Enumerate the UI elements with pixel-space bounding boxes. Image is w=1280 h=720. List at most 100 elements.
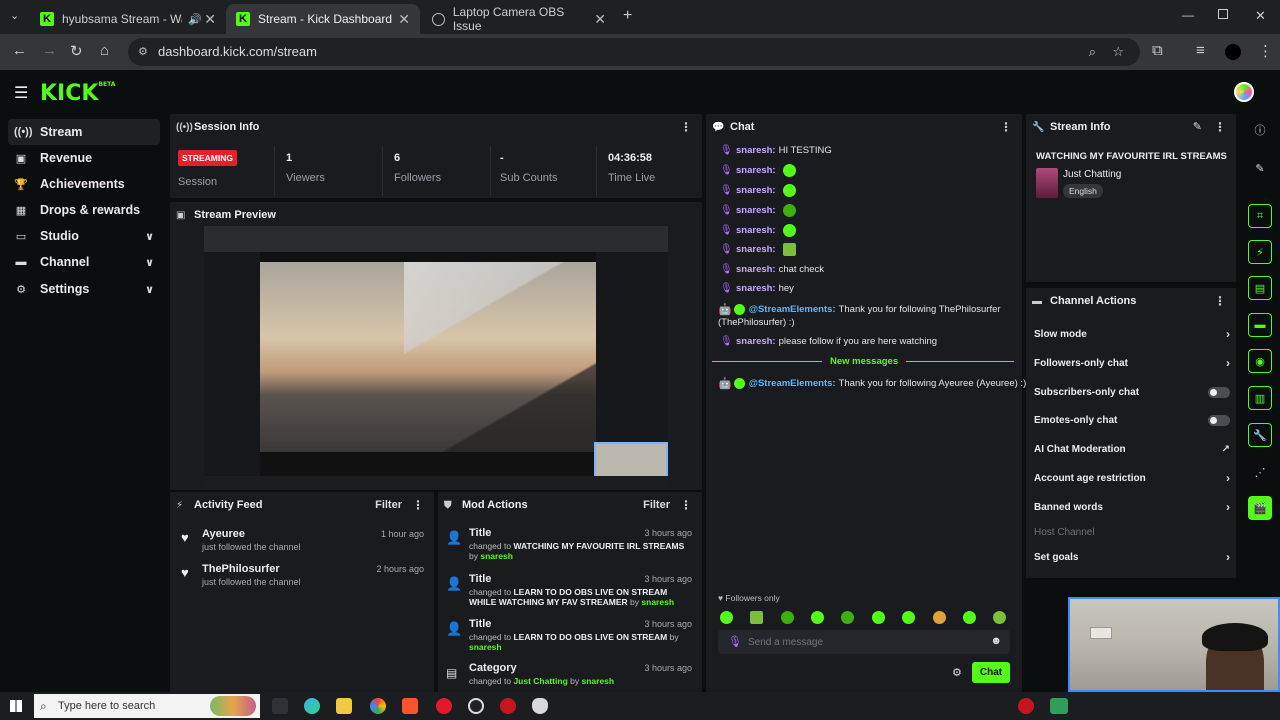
shield-app-icon[interactable]	[532, 698, 548, 714]
taskbar-search-box[interactable]: ⌕ Type here to search	[34, 694, 260, 718]
emote-icon[interactable]	[750, 611, 763, 624]
minimize-icon[interactable]: —	[1182, 8, 1194, 22]
emote-icon[interactable]	[872, 611, 885, 624]
document-icon[interactable]: ▤	[1248, 276, 1272, 300]
chat-input-box[interactable]: 🎙 ☻	[718, 630, 1010, 654]
obs-studio-icon[interactable]	[468, 698, 484, 714]
layout-icon[interactable]: ▥	[1248, 386, 1272, 410]
edit-pencil-icon[interactable]: ✎	[1248, 156, 1272, 180]
share-icon[interactable]: ⋰	[1248, 460, 1272, 484]
hamburger-menu-icon[interactable]: ☰	[14, 83, 28, 103]
sidebar-item-achievements[interactable]: 🏆 Achievements	[8, 171, 160, 197]
tab-list-chevron-icon[interactable]: ⌄	[10, 9, 19, 22]
sidebar-item-channel[interactable]: ▬ Channel ∨	[8, 249, 160, 275]
wrench-icon[interactable]: 🔧	[1248, 423, 1272, 447]
chat-message[interactable]: 🎙 snaresh:	[720, 224, 796, 237]
account-age-restriction-item[interactable]: Account age restriction ›	[1034, 468, 1230, 488]
reload-icon[interactable]: ↻	[70, 42, 83, 60]
emote-icon[interactable]	[811, 611, 824, 624]
more-options-icon[interactable]: ⋮	[1000, 120, 1012, 134]
task-view-icon[interactable]	[272, 698, 288, 714]
chat-username[interactable]: snaresh:	[736, 165, 776, 176]
tab-kick-dashboard[interactable]: K Stream - Kick Dashboard ✕	[226, 4, 420, 34]
tray-app-icon[interactable]	[1018, 698, 1034, 714]
emoji-picker-icon[interactable]: ☻	[990, 635, 1002, 647]
profile-avatar[interactable]	[1225, 44, 1241, 60]
set-goals-item[interactable]: Set goals ›	[1034, 547, 1230, 567]
chat-username[interactable]: snaresh:	[736, 336, 776, 347]
bookmark-star-icon[interactable]: ☆	[1112, 38, 1124, 66]
close-tab-icon[interactable]: ✕	[204, 11, 216, 28]
camera-focus-icon[interactable]: ⌗	[1248, 204, 1272, 228]
sidebar-item-settings[interactable]: ⚙ Settings ∨	[8, 276, 160, 302]
chat-message[interactable]: 🎙 snaresh: please follow if you are here…	[720, 336, 937, 347]
category-thumbnail[interactable]	[1036, 168, 1058, 198]
address-bar[interactable]: ⚙ dashboard.kick.com/stream ⌕ ☆	[128, 38, 1140, 66]
broadcast-icon[interactable]: ◉	[1248, 349, 1272, 373]
audio-playing-icon[interactable]: 🔊	[188, 13, 202, 26]
chat-message-input[interactable]	[748, 633, 978, 651]
lightning-icon[interactable]: ⚡	[1248, 240, 1272, 264]
zoom-icon[interactable]: ⌕	[1089, 38, 1096, 66]
more-options-icon[interactable]: ⋮	[1214, 120, 1226, 134]
chat-username[interactable]: @StreamElements:	[749, 378, 836, 389]
emote-icon[interactable]	[933, 611, 946, 624]
extensions-icon[interactable]: ⧉	[1152, 42, 1163, 59]
more-options-icon[interactable]: ⋮	[680, 120, 692, 134]
kick-logo[interactable]: KICKBETA	[40, 81, 115, 106]
slow-mode-item[interactable]: Slow mode ›	[1034, 324, 1230, 344]
emote-icon[interactable]	[963, 611, 976, 624]
more-options-icon[interactable]: ⋮	[1214, 294, 1226, 308]
chat-message[interactable]: 🎙 snaresh: chat check	[720, 264, 824, 275]
emotes-only-toggle[interactable]	[1208, 414, 1230, 426]
followers-only-chat-item[interactable]: Followers-only chat ›	[1034, 353, 1230, 373]
category-name[interactable]: Just Chatting	[1063, 169, 1121, 180]
tab-laptop-camera[interactable]: Laptop Camera OBS Issue ✕	[422, 4, 616, 34]
chat-message-bot[interactable]: 🤖 @StreamElements: Thank you for followi…	[718, 303, 1001, 316]
user-avatar[interactable]	[1234, 82, 1254, 102]
subscribers-only-chat-item[interactable]: Subscribers-only chat	[1034, 382, 1230, 402]
chat-username[interactable]: snaresh:	[736, 225, 776, 236]
media-control-icon[interactable]: ≡	[1196, 42, 1205, 59]
chat-username[interactable]: snaresh:	[736, 244, 776, 255]
recording-app-icon[interactable]	[500, 698, 516, 714]
chat-settings-icon[interactable]: ⚙	[952, 666, 962, 679]
banned-words-item[interactable]: Banned words ›	[1034, 497, 1230, 517]
emote-icon[interactable]	[993, 611, 1006, 624]
chat-username[interactable]: snaresh:	[736, 145, 776, 156]
home-icon[interactable]: ⌂	[100, 42, 109, 59]
info-icon[interactable]: ⓘ	[1248, 118, 1272, 142]
chrome-browser-icon[interactable]	[370, 698, 386, 714]
chat-message[interactable]: 🎙 snaresh:	[720, 204, 796, 217]
tray-green-icon[interactable]	[1050, 698, 1068, 714]
forward-icon[interactable]: →	[42, 42, 57, 59]
chat-message[interactable]: 🎙 snaresh: HI TESTING	[720, 145, 832, 156]
restore-icon[interactable]	[1218, 9, 1228, 19]
clapperboard-icon[interactable]: 🎬	[1248, 496, 1272, 520]
emote-icon[interactable]	[720, 611, 733, 624]
emotes-only-chat-item[interactable]: Emotes-only chat	[1034, 410, 1230, 430]
chat-username[interactable]: snaresh:	[736, 185, 776, 196]
tab-hyubsama-stream[interactable]: K hyubsama Stream - Watch Live o 🔊 ✕	[30, 4, 226, 34]
chat-send-button[interactable]: Chat	[972, 662, 1010, 683]
emote-icon[interactable]	[841, 611, 854, 624]
chat-message-bot[interactable]: 🤖 @StreamElements: Thank you for followi…	[718, 377, 1026, 390]
chat-message[interactable]: 🎙 snaresh:	[720, 164, 796, 177]
stream-preview-video[interactable]	[204, 226, 668, 488]
new-tab-icon[interactable]: +	[623, 7, 632, 25]
sidebar-item-drops[interactable]: ▦ Drops & rewards	[8, 197, 160, 223]
back-icon[interactable]: ←	[12, 42, 27, 59]
more-options-icon[interactable]: ⋮	[680, 498, 692, 512]
filter-button[interactable]: Filter	[643, 499, 670, 511]
close-tab-icon[interactable]: ✕	[398, 11, 410, 28]
more-options-icon[interactable]: ⋮	[412, 498, 424, 512]
chat-username[interactable]: snaresh:	[736, 205, 776, 216]
edge-browser-icon[interactable]	[304, 698, 320, 714]
chat-message[interactable]: 🎙 snaresh:	[720, 243, 796, 256]
chat-message[interactable]: 🎙 snaresh: hey	[720, 283, 794, 294]
file-explorer-icon[interactable]	[336, 698, 352, 714]
chat-message[interactable]: 🎙 snaresh:	[720, 184, 796, 197]
emote-icon[interactable]	[902, 611, 915, 624]
edit-pencil-icon[interactable]: ✎	[1193, 120, 1202, 133]
chat-username[interactable]: snaresh:	[736, 264, 776, 275]
